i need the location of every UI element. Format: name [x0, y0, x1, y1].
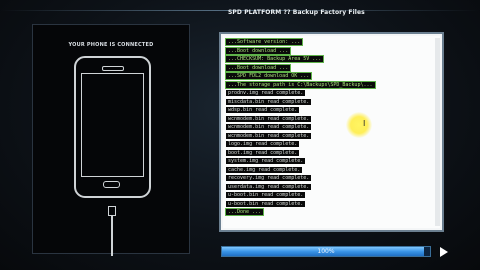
progress-label: 100% [317, 248, 335, 255]
log-panel[interactable]: ...Software version: ... ...Boot download… [219, 32, 444, 232]
device-panel: YOUR PHONE IS CONNECTED [32, 24, 190, 256]
log-line: ...Boot download ... [224, 46, 375, 56]
log-line-text: u-boot.bin read complete. [226, 200, 306, 207]
phone-home-button-icon [103, 181, 120, 188]
log-line-text: boot.img read complete. [226, 149, 300, 156]
log-line-text: wcnmodem.bin read complete. [226, 124, 312, 130]
cursor-highlight [346, 112, 372, 138]
device-status-caption: YOUR PHONE IS CONNECTED [68, 42, 154, 48]
log-line-text: cache.img read complete. [226, 166, 303, 173]
log-line-text: wcnmodem.bin read complete. [226, 132, 312, 139]
log-line-text: miscdata.bin read complete. [226, 98, 312, 105]
log-line: boot.img read complete. [226, 149, 375, 158]
log-line-text: ...SPD FDL2 download OK ... [224, 72, 313, 80]
mouse-cursor-icon: I [363, 119, 366, 128]
log-line-text: wcnmodem.bin read complete. [226, 115, 312, 122]
log-line: ...The storage path is C:\Backups\SPD_Ba… [225, 80, 376, 90]
window-title: SPD PLATFORM ?? Backup Factory Files [228, 9, 365, 16]
log-output[interactable]: ...Software version: ... ...Boot download… [223, 36, 440, 228]
log-line: ...Boot download ... [224, 63, 375, 73]
log-line: logo.img read complete. [226, 140, 375, 149]
log-line: ...CHECKSUM: Backup Area 5V ... [224, 55, 375, 64]
log-line-text: ...Boot download ... [224, 46, 292, 55]
log-line-text: ...The storage path is C:\Backups\SPD_Ba… [225, 80, 376, 89]
progress-bar: 100% [221, 246, 431, 257]
log-line: prodnv.img read complete. [226, 89, 375, 98]
log-scrollbar[interactable] [435, 38, 440, 226]
log-line-text: ...Boot download ... [224, 63, 292, 72]
log-line-text: ...CHECKSUM: Backup Area 5V ... [224, 55, 325, 63]
log-line-text: wdsp.bin read complete. [226, 107, 300, 113]
log-line: userdata.img read complete. [226, 183, 375, 192]
log-line-text: prodnv.img read complete. [226, 90, 306, 96]
log-line-text: ...Done ... [224, 208, 265, 216]
phone-screen-icon [81, 73, 144, 177]
log-line-text: u-boot.bin read complete. [226, 192, 306, 198]
usb-cable-icon [111, 216, 113, 256]
log-line: ...Done ... [224, 208, 375, 217]
log-line-text: ...Software version: ... [224, 38, 304, 46]
log-line: ...SPD FDL2 download OK ... [224, 72, 375, 81]
usb-plug-icon [108, 206, 116, 216]
play-button[interactable] [438, 246, 449, 257]
log-line-text: logo.img read complete. [226, 141, 300, 147]
log-line-text: recovery.img read complete. [226, 175, 312, 181]
phone-speaker-icon [102, 66, 124, 71]
log-line: ...Software version: ... [224, 38, 375, 47]
phone-icon [74, 56, 151, 198]
log-line: miscdata.bin read complete. [226, 98, 375, 107]
log-line: u-boot.bin read complete. [226, 200, 375, 209]
log-line-text: userdata.img read complete. [226, 183, 312, 190]
log-line: cache.img read complete. [226, 166, 375, 175]
log-line: system.img read complete. [226, 157, 375, 166]
log-line-text: system.img read complete. [226, 158, 306, 164]
log-line: recovery.img read complete. [226, 174, 375, 183]
log-line: u-boot.bin read complete. [226, 191, 375, 200]
